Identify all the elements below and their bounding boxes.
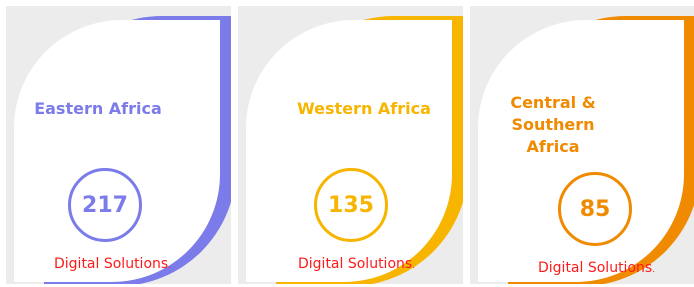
count-badge: 217: [68, 168, 142, 242]
caption: Digital Solutions.: [54, 256, 171, 272]
count-badge: 85: [558, 172, 632, 246]
caption: Digital Solutions.: [538, 260, 655, 276]
region-title: Western Africa: [297, 99, 431, 118]
card-western-africa[interactable]: Western Africa 135 Digital Solutions.: [238, 6, 463, 284]
card-eastern-africa[interactable]: Eastern Africa 217 Digital Solutions.: [6, 6, 231, 284]
region-title-line-2: Africa: [526, 137, 580, 156]
caption-tail: .: [412, 261, 416, 271]
card-panel: Eastern Africa 217 Digital Solutions.: [14, 20, 220, 282]
caption: Digital Solutions.: [298, 256, 415, 272]
card-panel: Central & Southern Africa 85 Digital Sol…: [478, 20, 684, 282]
region-title: Central & Southern Africa: [478, 92, 628, 158]
card-central-southern-africa[interactable]: Central & Southern Africa 85 Digital Sol…: [470, 6, 694, 284]
region-title-line-1: Central & Southern: [510, 93, 596, 134]
card-panel: Western Africa 135 Digital Solutions.: [246, 20, 452, 282]
count-badge: 135: [314, 168, 388, 242]
caption-text: Digital Solutions: [54, 256, 169, 272]
caption-text: Digital Solutions: [538, 260, 653, 276]
caption-tail: .: [168, 261, 172, 271]
region-title: Eastern Africa: [34, 99, 162, 118]
caption-tail: .: [652, 265, 656, 275]
caption-text: Digital Solutions: [298, 256, 413, 272]
region-cards: Eastern Africa 217 Digital Solutions. We…: [0, 0, 694, 287]
